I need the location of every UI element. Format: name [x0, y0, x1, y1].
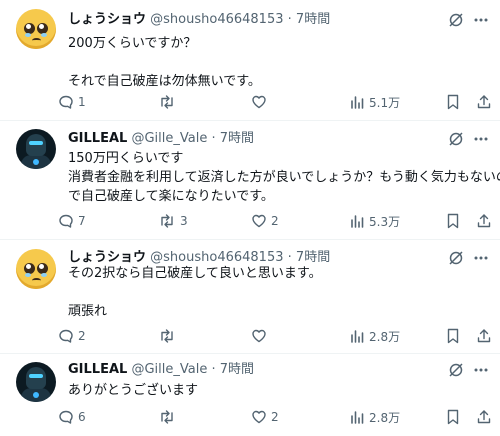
retweet-button[interactable]: 3 [158, 211, 188, 231]
bookmark-button[interactable] [446, 211, 460, 231]
views-count: 5.3万 [369, 214, 401, 229]
heart-icon [252, 329, 266, 343]
views-icon [351, 411, 364, 424]
more-icon[interactable] [472, 250, 490, 266]
bookmark-icon [447, 94, 459, 110]
more-icon[interactable] [472, 131, 490, 147]
avatar[interactable] [16, 9, 56, 49]
timestamp[interactable]: 7時間 [296, 250, 330, 265]
separator: · [287, 250, 292, 265]
share-button[interactable] [476, 92, 492, 112]
reply-count: 2 [78, 329, 86, 343]
retweet-button[interactable] [158, 407, 180, 427]
author-handle[interactable]: @Gille_Vale [131, 362, 207, 377]
retweet-icon [161, 329, 173, 343]
bookmark-button[interactable] [446, 92, 460, 112]
like-button[interactable]: 2 [251, 407, 279, 427]
avatar[interactable] [16, 249, 56, 289]
reply-count: 1 [78, 95, 86, 109]
grok-icon[interactable] [448, 250, 464, 266]
action-bar: 2 2.8万 [58, 326, 492, 346]
views-button[interactable]: 5.3万 [349, 211, 400, 231]
more-icon[interactable] [472, 362, 490, 378]
share-icon [477, 329, 491, 343]
tweet[interactable]: しょうショウ @shousho46648153 · 7時間 その2択なら自己破産… [0, 240, 500, 353]
tweet[interactable]: GILLEAL @Gille_Vale · 7時間 ありがとうございます 6 2… [0, 354, 500, 436]
tweet[interactable]: しょうショウ @shousho46648153 · 7時間 200万くらいですか… [0, 0, 500, 120]
author-name[interactable]: GILLEAL [68, 131, 127, 146]
bookmark-icon [447, 328, 459, 344]
views-button[interactable]: 2.8万 [349, 407, 400, 427]
timestamp[interactable]: 7時間 [296, 12, 330, 27]
like-count: 2 [271, 410, 279, 424]
author-handle[interactable]: @shousho46648153 [150, 12, 283, 27]
like-count: 2 [271, 214, 279, 228]
reply-icon [59, 95, 73, 109]
retweet-icon [161, 214, 173, 228]
separator: · [211, 131, 216, 146]
bookmark-button[interactable] [446, 407, 460, 427]
views-icon [351, 96, 364, 109]
reply-icon [59, 214, 73, 228]
bookmark-icon [447, 409, 459, 425]
author-name[interactable]: GILLEAL [68, 362, 127, 377]
bookmark-icon [447, 213, 459, 229]
timestamp[interactable]: 7時間 [220, 362, 254, 377]
author-name[interactable]: しょうショウ [68, 250, 146, 265]
reply-count: 7 [78, 214, 86, 228]
reply-icon [59, 410, 73, 424]
heart-icon [252, 95, 266, 109]
retweet-button[interactable] [158, 92, 180, 112]
share-button[interactable] [476, 407, 492, 427]
views-button[interactable]: 2.8万 [349, 326, 400, 346]
retweet-icon [161, 95, 173, 109]
more-icon[interactable] [472, 12, 490, 28]
retweet-count: 3 [180, 214, 188, 228]
like-button[interactable] [251, 92, 271, 112]
share-button[interactable] [476, 211, 492, 231]
grok-icon[interactable] [448, 362, 464, 378]
views-count: 2.8万 [369, 329, 401, 344]
grok-icon[interactable] [448, 12, 464, 28]
action-bar: 6 2 2.8万 [58, 407, 492, 427]
share-icon [477, 214, 491, 228]
views-count: 2.8万 [369, 410, 401, 425]
separator: · [287, 12, 292, 27]
reply-icon [59, 329, 73, 343]
action-bar: 1 5.1万 [58, 92, 492, 112]
timestamp[interactable]: 7時間 [220, 131, 254, 146]
share-icon [477, 95, 491, 109]
tweet-text: 200万くらいですか？ それで自己破産は勿体無いです。 [68, 36, 261, 89]
views-count: 5.1万 [369, 95, 401, 110]
like-button[interactable]: 2 [251, 211, 279, 231]
grok-icon[interactable] [448, 131, 464, 147]
author-handle[interactable]: @Gille_Vale [131, 131, 207, 146]
action-bar: 7 3 2 5.3万 [58, 211, 492, 231]
reply-button[interactable]: 1 [58, 92, 86, 112]
reply-button[interactable]: 2 [58, 326, 86, 346]
heart-icon [252, 214, 266, 228]
views-icon [351, 330, 364, 343]
share-icon [477, 410, 491, 424]
share-button[interactable] [476, 326, 492, 346]
author-handle[interactable]: @shousho46648153 [150, 250, 283, 265]
separator: · [211, 362, 216, 377]
retweet-icon [161, 410, 173, 424]
avatar[interactable] [16, 129, 56, 169]
reply-button[interactable]: 6 [58, 407, 86, 427]
like-button[interactable] [251, 326, 271, 346]
tweet-text: 150万円くらいです 消費者金融を利用して返済した方が良いでしょうか？もう動く気… [68, 151, 500, 204]
reply-count: 6 [78, 410, 86, 424]
tweet-text: その2択なら自己破産して良いと思います。 頑張れ [68, 266, 322, 319]
tweet-text: ありがとうございます [68, 383, 199, 398]
author-name[interactable]: しょうショウ [68, 12, 146, 27]
avatar[interactable] [16, 362, 56, 402]
reply-button[interactable]: 7 [58, 211, 86, 231]
heart-icon [252, 410, 266, 424]
views-icon [351, 215, 364, 228]
bookmark-button[interactable] [446, 326, 460, 346]
views-button[interactable]: 5.1万 [349, 92, 400, 112]
retweet-button[interactable] [158, 326, 180, 346]
tweet[interactable]: GILLEAL @Gille_Vale · 7時間 150万円くらいです 消費者… [0, 121, 500, 239]
